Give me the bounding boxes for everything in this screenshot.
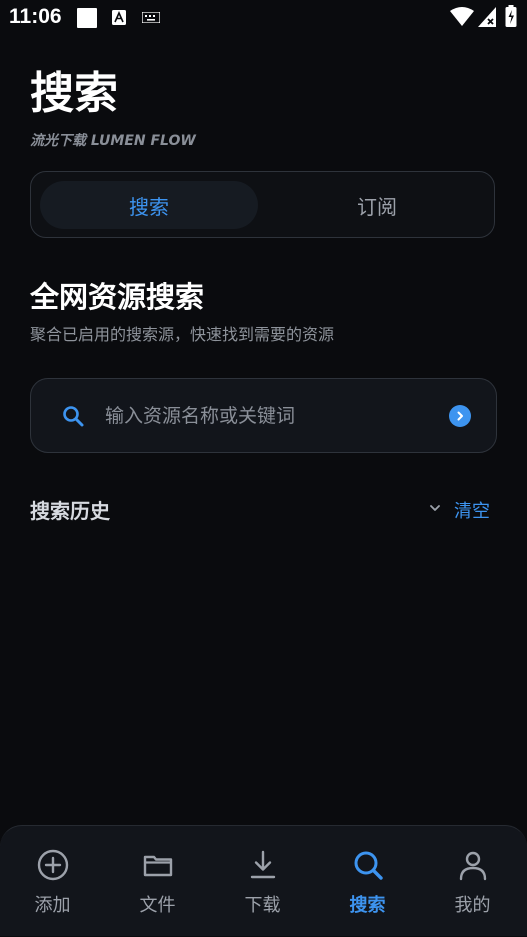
search-icon [63, 406, 84, 427]
nav-item-profile[interactable]: 我的 [420, 826, 525, 937]
nav-label-add: 添加 [34, 895, 71, 916]
nav-label-search: 搜索 [349, 895, 386, 916]
keyboard-icon [142, 12, 160, 23]
folder-icon [143, 855, 173, 877]
notification-square-icon [77, 8, 97, 28]
nav-label-profile: 我的 [454, 895, 491, 916]
download-icon [250, 850, 276, 879]
status-bar: 11:06 [0, 0, 527, 36]
section-title: 全网资源搜索 [30, 280, 205, 314]
status-time: 11:06 [9, 5, 62, 28]
chevron-right-icon [457, 411, 463, 421]
nav-label-files: 文件 [139, 895, 176, 916]
page-title: 搜索 [30, 68, 118, 119]
clear-history-button[interactable]: 清空 [454, 497, 490, 523]
tab-subscribe[interactable]: 订阅 [268, 181, 486, 229]
chevron-down-icon[interactable] [427, 500, 443, 516]
font-a-icon [112, 10, 126, 25]
nav-item-search[interactable]: 搜索 [315, 826, 420, 937]
tab-search[interactable]: 搜索 [40, 181, 258, 229]
bottom-navigation: 添加 文件 下载 搜索 我的 [0, 825, 527, 936]
nav-item-downloads[interactable]: 下载 [210, 826, 315, 937]
nav-item-files[interactable]: 文件 [105, 826, 210, 937]
nav-label-downloads: 下载 [244, 895, 281, 916]
segmented-tabs: 搜索 订阅 [30, 171, 495, 238]
search-icon [354, 851, 383, 880]
search-input[interactable] [105, 401, 435, 431]
section-description: 聚合已启用的搜索源，快速找到需要的资源 [30, 325, 335, 344]
cell-signal-icon [478, 7, 496, 27]
battery-icon [505, 5, 517, 27]
history-title: 搜索历史 [30, 499, 110, 523]
app-subtitle: 流光下载 LUMEN FLOW [30, 133, 196, 149]
wifi-icon [450, 7, 474, 26]
person-icon [459, 851, 487, 881]
search-box [30, 378, 497, 453]
search-submit-button[interactable] [449, 405, 471, 427]
nav-item-add[interactable]: 添加 [0, 826, 105, 937]
add-circle-icon [37, 849, 69, 881]
